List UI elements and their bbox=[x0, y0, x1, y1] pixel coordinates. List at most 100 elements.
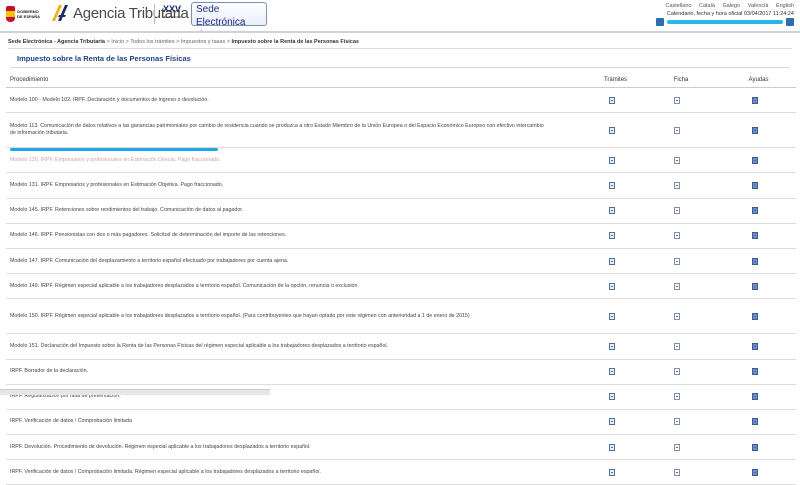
ficha-cell bbox=[637, 257, 717, 265]
ficha-cell bbox=[637, 368, 717, 376]
official-datetime[interactable]: Calendario, fecha y hora oficial 03/04/2… bbox=[667, 11, 794, 17]
ayudas-icon[interactable] bbox=[751, 418, 758, 426]
procedure-link[interactable]: Modelo 131. IRPF. Empresarios y profesio… bbox=[6, 182, 586, 189]
tramites-icon[interactable] bbox=[608, 312, 615, 320]
lang-castellano[interactable]: Castellano bbox=[665, 3, 691, 9]
tramites-cell bbox=[586, 126, 637, 134]
logout-icon[interactable] bbox=[786, 18, 794, 26]
ayudas-icon[interactable] bbox=[751, 368, 758, 376]
tramites-icon[interactable] bbox=[608, 126, 615, 134]
ficha-icon[interactable] bbox=[674, 443, 680, 451]
ayudas-icon[interactable] bbox=[751, 342, 758, 350]
table-row: Modelo 131. IRPF. Empresarios y profesio… bbox=[6, 173, 796, 199]
tramites-icon[interactable] bbox=[608, 418, 615, 426]
procedure-link[interactable]: Modelo 100 - Modelo 102. IRPF. Declaraci… bbox=[6, 97, 586, 104]
user-icon[interactable] bbox=[656, 18, 664, 26]
gobierno-logo[interactable]: GOBIERNO DE ESPAÑA bbox=[6, 4, 44, 24]
breadcrumb-impuestos[interactable]: Impuestos y tasas bbox=[181, 39, 225, 45]
procedure-link[interactable]: Modelo 146. IRPF. Pensionistas con dos o… bbox=[6, 232, 586, 239]
tramites-cell bbox=[586, 257, 637, 265]
ficha-cell bbox=[637, 282, 717, 290]
ficha-icon[interactable] bbox=[674, 156, 680, 164]
ficha-icon[interactable] bbox=[674, 232, 680, 240]
procedure-link[interactable]: Modelo 147. IRPF. Comunicación del despl… bbox=[6, 258, 586, 265]
ayudas-cell bbox=[717, 312, 792, 320]
ayudas-icon[interactable] bbox=[751, 443, 758, 451]
ficha-icon[interactable] bbox=[674, 312, 680, 320]
tramites-icon[interactable] bbox=[608, 232, 615, 240]
ficha-cell bbox=[637, 232, 717, 240]
ayudas-icon[interactable] bbox=[751, 312, 758, 320]
tramites-icon[interactable] bbox=[608, 443, 615, 451]
sede-electronica-logo[interactable]: Sede Electrónica Todos los trámites en l… bbox=[191, 2, 267, 34]
procedure-link[interactable]: IRPF. Verificación de datos / Comprobaci… bbox=[6, 469, 586, 476]
tramites-icon[interactable] bbox=[608, 282, 615, 290]
procedure-link[interactable]: Modelo 145. IRPF. Retenciones sobre rend… bbox=[6, 207, 586, 214]
breadcrumb-tramites[interactable]: Todos los trámites bbox=[130, 39, 174, 45]
lang-catala[interactable]: Català bbox=[699, 3, 715, 9]
ayudas-icon[interactable] bbox=[751, 468, 758, 476]
ficha-icon[interactable] bbox=[674, 207, 680, 215]
ficha-icon[interactable] bbox=[674, 418, 680, 426]
tramites-icon[interactable] bbox=[608, 368, 615, 376]
procedure-link[interactable]: Modelo 113. Comunicación de datos relati… bbox=[6, 123, 586, 137]
ficha-icon[interactable] bbox=[674, 126, 680, 134]
ficha-icon[interactable] bbox=[674, 368, 680, 376]
procedure-link[interactable]: IRPF. Verificación de datos / Comprobaci… bbox=[6, 418, 586, 425]
breadcrumb-root[interactable]: Sede Electrónica - Agencia Tributaria bbox=[8, 39, 105, 45]
ayudas-icon[interactable] bbox=[751, 207, 758, 215]
tramites-icon[interactable] bbox=[608, 342, 615, 350]
tramites-icon[interactable] bbox=[608, 393, 615, 401]
procedure-link[interactable]: Modelo 149. IRPF. Régimen especial aplic… bbox=[6, 283, 586, 290]
procedure-link[interactable]: Modelo 150. IRPF. Régimen especial aplic… bbox=[6, 313, 586, 320]
ficha-icon[interactable] bbox=[674, 342, 680, 350]
lang-english[interactable]: English bbox=[776, 3, 794, 9]
ficha-icon[interactable] bbox=[674, 282, 680, 290]
ayudas-icon[interactable] bbox=[751, 232, 758, 240]
table-row: Modelo 113. Comunicación de datos relati… bbox=[6, 113, 796, 149]
ficha-icon[interactable] bbox=[674, 468, 680, 476]
user-session bbox=[656, 18, 794, 26]
header-tramites: Trámites bbox=[603, 77, 628, 83]
ayudas-cell bbox=[717, 368, 792, 376]
ayudas-icon[interactable] bbox=[751, 126, 758, 134]
ayudas-cell bbox=[717, 342, 792, 350]
ayudas-icon[interactable] bbox=[751, 96, 758, 104]
tramites-cell bbox=[586, 156, 637, 164]
ficha-icon[interactable] bbox=[674, 257, 680, 265]
ficha-cell bbox=[637, 312, 717, 320]
tramites-icon[interactable] bbox=[608, 207, 615, 215]
header-procedimiento: Procedimiento bbox=[10, 77, 49, 83]
table-row: IRPF. Verificación de datos / Comprobaci… bbox=[6, 460, 796, 485]
procedure-link[interactable]: Modelo 151. Declaración del Impuesto sob… bbox=[6, 343, 586, 350]
ficha-icon[interactable] bbox=[674, 96, 680, 104]
tramites-icon[interactable] bbox=[608, 181, 615, 189]
ficha-cell bbox=[637, 342, 717, 350]
tramites-icon[interactable] bbox=[608, 156, 615, 164]
ayudas-icon[interactable] bbox=[751, 282, 758, 290]
ayudas-icon[interactable] bbox=[751, 156, 758, 164]
agencia-logo-icon bbox=[52, 5, 68, 21]
tramites-icon[interactable] bbox=[608, 257, 615, 265]
ficha-icon[interactable] bbox=[674, 393, 680, 401]
ayudas-icon[interactable] bbox=[751, 393, 758, 401]
procedures-table: Procedimiento Trámites Ficha Ayudas Mode… bbox=[6, 73, 796, 485]
header-divider-line bbox=[0, 31, 800, 33]
ayudas-cell bbox=[717, 156, 792, 164]
header-ficha: Ficha bbox=[673, 77, 689, 83]
procedure-link[interactable]: IRPF. Borrador de la declaración. bbox=[6, 368, 586, 375]
horizontal-scrollbar[interactable] bbox=[0, 389, 270, 395]
tramites-cell bbox=[586, 282, 637, 290]
procedure-link[interactable]: Modelo 130. IRPF. Empresarios y profesio… bbox=[6, 157, 586, 164]
ayudas-icon[interactable] bbox=[751, 181, 758, 189]
lang-valencia[interactable]: Valencià bbox=[748, 3, 769, 9]
ayudas-cell bbox=[717, 207, 792, 215]
breadcrumb-inicio[interactable]: Inicio bbox=[111, 39, 124, 45]
ayudas-icon[interactable] bbox=[751, 257, 758, 265]
tramites-icon[interactable] bbox=[608, 96, 615, 104]
table-row: Modelo 149. IRPF. Régimen especial aplic… bbox=[6, 274, 796, 300]
ficha-icon[interactable] bbox=[674, 181, 680, 189]
procedure-link[interactable]: IRPF. Devolución. Procedimiento de devol… bbox=[6, 444, 586, 451]
lang-galego[interactable]: Galego bbox=[722, 3, 740, 9]
tramites-icon[interactable] bbox=[608, 468, 615, 476]
